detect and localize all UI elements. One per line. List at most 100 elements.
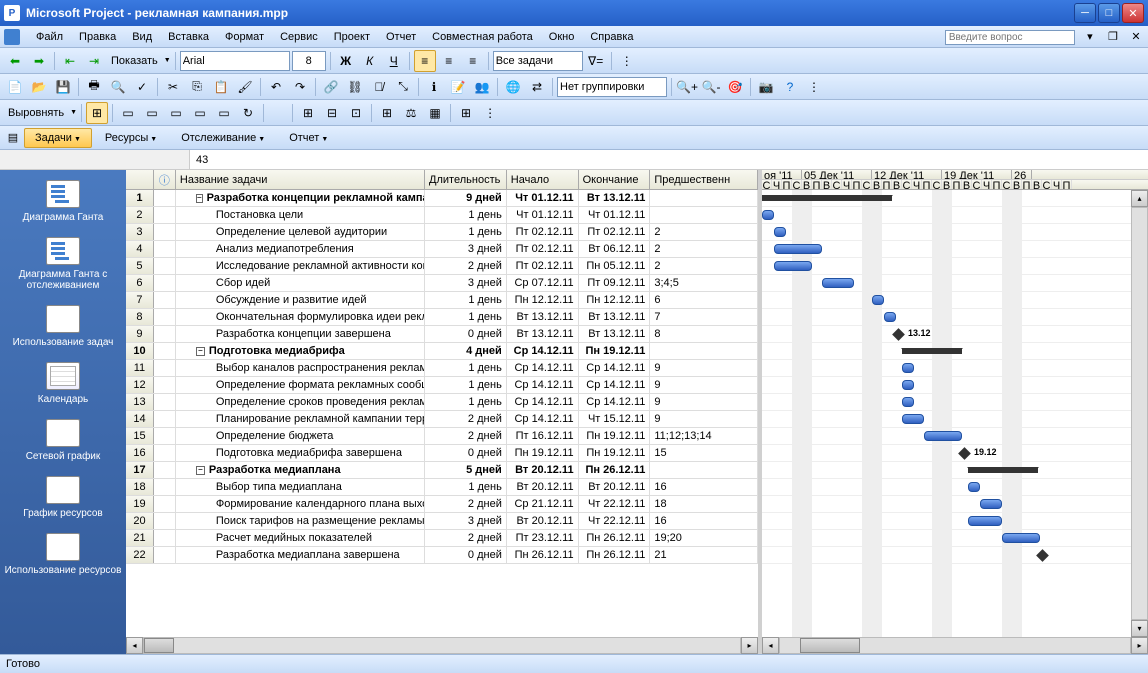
- task-end[interactable]: Пн 05.12.11: [579, 258, 651, 274]
- gantt-row[interactable]: [762, 241, 1148, 258]
- task-predecessors[interactable]: 8: [650, 326, 758, 342]
- zoom-out-icon[interactable]: 🔍-: [700, 76, 722, 98]
- track-100-icon[interactable]: ▭: [213, 102, 235, 124]
- task-bar[interactable]: [884, 312, 896, 322]
- table-row[interactable]: 11Выбор каналов распространения рекламы1…: [126, 360, 758, 377]
- view-2[interactable]: Использование задач: [0, 303, 126, 350]
- table-row[interactable]: 4Анализ медиапотребления3 днейПт 02.12.1…: [126, 241, 758, 258]
- task-end[interactable]: Ср 14.12.11: [579, 377, 651, 393]
- table-row[interactable]: 18Выбор типа медиаплана1 деньВт 20.12.11…: [126, 479, 758, 496]
- task-bar[interactable]: [774, 244, 822, 254]
- table-row[interactable]: 22Разработка медиаплана завершена0 днейП…: [126, 547, 758, 564]
- task-start[interactable]: Пт 02.12.11: [507, 241, 579, 257]
- help-dropdown-icon[interactable]: ▾: [1082, 28, 1098, 44]
- gantt-row[interactable]: [762, 530, 1148, 547]
- row-number[interactable]: 3: [126, 224, 154, 240]
- task-name[interactable]: Постановка цели: [176, 207, 425, 223]
- task-duration[interactable]: 1 день: [425, 360, 507, 376]
- view-0[interactable]: Диаграмма Ганта: [0, 178, 126, 225]
- help-search-input[interactable]: [945, 30, 1075, 45]
- task-info-icon[interactable]: ℹ: [423, 76, 445, 98]
- task-name[interactable]: Исследование рекламной активности конкур: [176, 258, 425, 274]
- task-name[interactable]: Определение бюджета: [176, 428, 425, 444]
- view-6[interactable]: Использование ресурсов: [0, 531, 126, 578]
- zoom-in-icon[interactable]: 🔍+: [676, 76, 698, 98]
- link-tasks-icon[interactable]: ⛓: [344, 76, 366, 98]
- task-name[interactable]: Выбор типа медиаплана: [176, 479, 425, 495]
- guide-toggle-icon[interactable]: ▤: [4, 129, 22, 147]
- gantt-row[interactable]: [762, 513, 1148, 530]
- task-predecessors[interactable]: 2: [650, 224, 758, 240]
- task-bar[interactable]: [762, 210, 774, 220]
- task-end[interactable]: Пн 26.12.11: [579, 462, 651, 478]
- gantt-row[interactable]: [762, 190, 1148, 207]
- table-row[interactable]: 7Обсуждение и развитие идей1 деньПн 12.1…: [126, 292, 758, 309]
- row-number[interactable]: 22: [126, 547, 154, 563]
- tab-3[interactable]: Отчет▼: [278, 128, 339, 148]
- col-info[interactable]: ⓘ: [154, 170, 176, 189]
- task-duration[interactable]: 0 дней: [425, 445, 507, 461]
- menu-совместная работа[interactable]: Совместная работа: [424, 28, 541, 46]
- task-start[interactable]: Пт 02.12.11: [507, 258, 579, 274]
- task-start[interactable]: Ср 14.12.11: [507, 394, 579, 410]
- task-start[interactable]: Чт 01.12.11: [507, 190, 579, 206]
- project-guide-icon[interactable]: ⊞: [86, 102, 108, 124]
- gantt-row[interactable]: [762, 428, 1148, 445]
- tab-1[interactable]: Ресурсы▼: [94, 128, 168, 148]
- collab-icon[interactable]: ⇄: [526, 76, 548, 98]
- gantt-row[interactable]: [762, 309, 1148, 326]
- task-bar[interactable]: [872, 295, 884, 305]
- task-predecessors[interactable]: [650, 462, 758, 478]
- tb-icon-4[interactable]: ⊞: [376, 102, 398, 124]
- unlink-tasks-icon[interactable]: ⛓̸: [368, 76, 390, 98]
- task-duration[interactable]: 3 дней: [425, 241, 507, 257]
- task-duration[interactable]: 0 дней: [425, 326, 507, 342]
- table-row[interactable]: 1−Разработка концепции рекламной кампани…: [126, 190, 758, 207]
- task-end[interactable]: Пн 19.12.11: [579, 428, 651, 444]
- view-5[interactable]: График ресурсов: [0, 474, 126, 521]
- table-row[interactable]: 15Определение бюджета2 днейПт 16.12.11Пн…: [126, 428, 758, 445]
- task-name[interactable]: Сбор идей: [176, 275, 425, 291]
- task-notes-icon[interactable]: 📝: [447, 76, 469, 98]
- gantt-row[interactable]: [762, 547, 1148, 564]
- task-end[interactable]: Ср 14.12.11: [579, 394, 651, 410]
- gantt-row[interactable]: [762, 207, 1148, 224]
- formula-value[interactable]: 43: [190, 150, 1148, 169]
- row-number[interactable]: 21: [126, 530, 154, 546]
- gantt-row[interactable]: [762, 258, 1148, 275]
- row-number[interactable]: 9: [126, 326, 154, 342]
- print-preview-icon[interactable]: 🔍: [107, 76, 129, 98]
- task-predecessors[interactable]: 21: [650, 547, 758, 563]
- task-start[interactable]: Пн 26.12.11: [507, 547, 579, 563]
- task-end[interactable]: Пн 19.12.11: [579, 343, 651, 359]
- task-predecessors[interactable]: [650, 207, 758, 223]
- menu-файл[interactable]: Файл: [28, 28, 71, 46]
- task-start[interactable]: Пт 23.12.11: [507, 530, 579, 546]
- task-duration[interactable]: 1 день: [425, 207, 507, 223]
- task-name[interactable]: Определение целевой аудитории: [176, 224, 425, 240]
- minimize-button[interactable]: ─: [1074, 3, 1096, 23]
- task-end[interactable]: Пн 26.12.11: [579, 547, 651, 563]
- task-start[interactable]: Ср 07.12.11: [507, 275, 579, 291]
- task-name[interactable]: Определение формата рекламных сообщений: [176, 377, 425, 393]
- row-number[interactable]: 12: [126, 377, 154, 393]
- maximize-button[interactable]: □: [1098, 3, 1120, 23]
- task-start[interactable]: Ср 14.12.11: [507, 377, 579, 393]
- tab-0[interactable]: Задачи▼: [24, 128, 92, 148]
- tb-icon-7[interactable]: ⊞: [455, 102, 477, 124]
- task-start[interactable]: Вт 20.12.11: [507, 513, 579, 529]
- task-start[interactable]: Вт 20.12.11: [507, 462, 579, 478]
- row-number[interactable]: 11: [126, 360, 154, 376]
- track-0-icon[interactable]: ▭: [117, 102, 139, 124]
- task-predecessors[interactable]: 6: [650, 292, 758, 308]
- goto-task-icon[interactable]: 🎯: [724, 76, 746, 98]
- task-predecessors[interactable]: 16: [650, 479, 758, 495]
- col-end[interactable]: Окончание: [579, 170, 651, 189]
- track-50-icon[interactable]: ▭: [165, 102, 187, 124]
- task-bar[interactable]: [902, 414, 924, 424]
- task-end[interactable]: Чт 01.12.11: [579, 207, 651, 223]
- task-duration[interactable]: 2 дней: [425, 496, 507, 512]
- publish-icon[interactable]: 🌐: [502, 76, 524, 98]
- task-duration[interactable]: 2 дней: [425, 411, 507, 427]
- tab-2[interactable]: Отслеживание▼: [170, 128, 276, 148]
